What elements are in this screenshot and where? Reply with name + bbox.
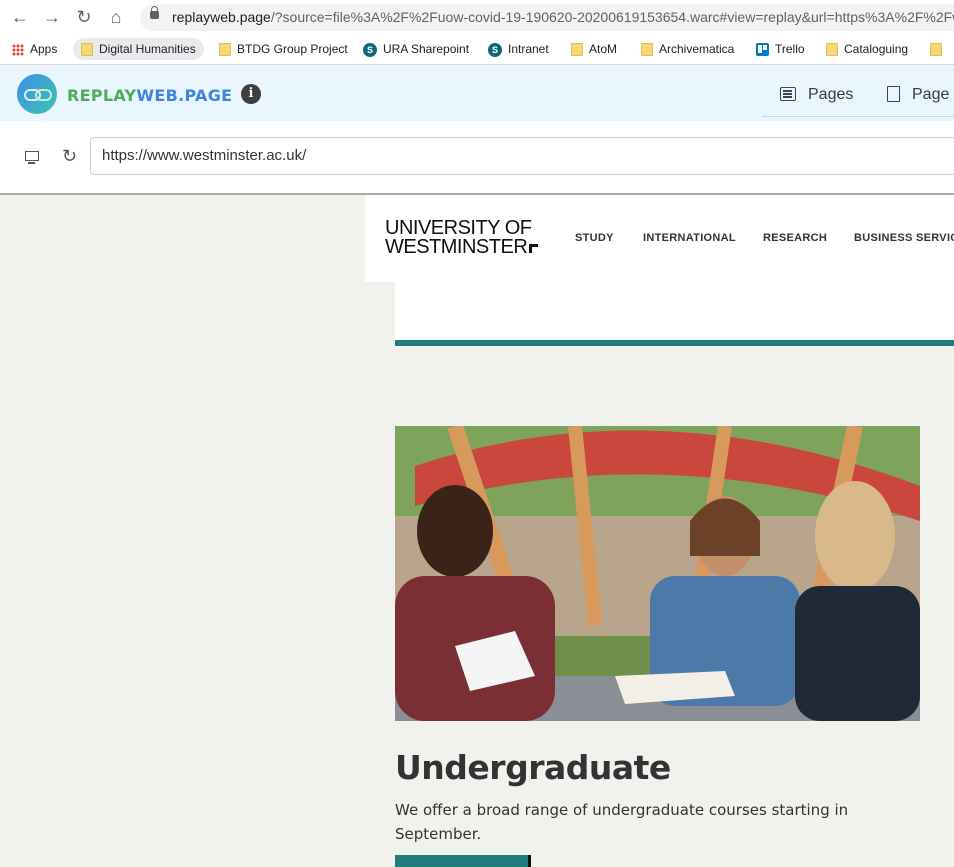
address-bar[interactable]: replayweb.page/?source=file%3A%2F%2Fuow-… bbox=[140, 4, 954, 31]
back-arrow-icon[interactable]: ← bbox=[8, 5, 32, 29]
undergraduate-description: We offer a broad range of undergraduate … bbox=[395, 801, 849, 843]
replayweb-logo-icon[interactable] bbox=[17, 74, 57, 114]
hero-photo[interactable] bbox=[395, 426, 920, 721]
bookmarks-bar: Apps Digital Humanities BTDG Group Proje… bbox=[0, 34, 954, 65]
nav-business-services[interactable]: BUSINESS SERVIC bbox=[854, 232, 954, 244]
sharepoint-icon: S bbox=[488, 42, 502, 57]
bookmark-atom[interactable]: AtoM bbox=[563, 38, 625, 60]
undergraduate-heading[interactable]: Undergraduate bbox=[395, 748, 671, 787]
folder-icon bbox=[571, 43, 583, 57]
lock-icon bbox=[150, 6, 159, 19]
tab-page[interactable]: Page bbox=[887, 86, 949, 104]
folder-icon bbox=[219, 43, 231, 57]
reload-icon[interactable]: ↻ bbox=[72, 5, 96, 29]
students-photo-illustration bbox=[395, 426, 920, 721]
bookmark-archivematica[interactable]: Archivematica bbox=[633, 38, 742, 60]
browser-toolbar: ← → ↻ ⌂ replayweb.page/?source=file%3A%2… bbox=[0, 0, 954, 34]
folder-icon bbox=[641, 43, 653, 57]
bookmark-overflow[interactable] bbox=[922, 38, 954, 60]
bookmark-btdg-group-project[interactable]: BTDG Group Project bbox=[211, 38, 356, 60]
archived-url-input[interactable]: https://www.westminster.ac.uk/ bbox=[90, 137, 954, 175]
bookmark-trello[interactable]: Trello bbox=[748, 38, 813, 60]
teal-divider bbox=[395, 340, 954, 346]
info-icon[interactable]: i bbox=[241, 84, 261, 104]
replay-url-bar: ↻ https://www.westminster.ac.uk/ bbox=[0, 121, 954, 195]
trello-icon bbox=[756, 43, 769, 57]
bookmark-digital-humanities[interactable]: Digital Humanities bbox=[73, 38, 204, 60]
sharepoint-icon: S bbox=[363, 42, 377, 57]
folder-icon bbox=[826, 43, 838, 57]
university-logo: UNIVERSITY OF WESTMINSTER bbox=[385, 218, 539, 257]
apps-grid-icon bbox=[12, 43, 24, 56]
site-logo-box[interactable]: UNIVERSITY OF WESTMINSTER bbox=[365, 195, 550, 282]
forward-arrow-icon[interactable]: → bbox=[40, 5, 64, 29]
code-file-icon bbox=[887, 86, 900, 102]
tabs-underline bbox=[762, 116, 954, 117]
logo-grid-icon bbox=[529, 244, 539, 253]
monitor-icon[interactable] bbox=[25, 151, 39, 164]
bookmark-ura-sharepoint[interactable]: S URA Sharepoint bbox=[355, 38, 477, 60]
nav-research[interactable]: RESEARCH bbox=[763, 232, 827, 244]
undergraduate-cta-button[interactable] bbox=[395, 855, 531, 867]
replayweb-header: REPLAYWEB.PAGE i Pages Page bbox=[0, 66, 954, 121]
folder-icon bbox=[81, 43, 93, 57]
tab-pages[interactable]: Pages bbox=[780, 86, 853, 104]
nav-study[interactable]: STUDY bbox=[575, 232, 614, 244]
bookmark-apps[interactable]: Apps bbox=[4, 38, 65, 60]
replayweb-brand[interactable]: REPLAYWEB.PAGE bbox=[67, 86, 232, 105]
home-icon[interactable]: ⌂ bbox=[104, 5, 128, 29]
address-bar-url: replayweb.page/?source=file%3A%2F%2Fuow-… bbox=[172, 9, 954, 25]
bookmark-cataloguing[interactable]: Cataloguing bbox=[818, 38, 916, 60]
list-icon bbox=[780, 87, 796, 101]
archived-page: UNIVERSITY OF WESTMINSTER STUDY INTERNAT… bbox=[0, 195, 954, 867]
nav-international[interactable]: INTERNATIONAL bbox=[643, 232, 736, 244]
bookmark-intranet[interactable]: S Intranet bbox=[480, 38, 557, 60]
folder-icon bbox=[930, 43, 942, 57]
header-panel bbox=[395, 282, 954, 340]
replay-reload-icon[interactable]: ↻ bbox=[62, 146, 77, 167]
